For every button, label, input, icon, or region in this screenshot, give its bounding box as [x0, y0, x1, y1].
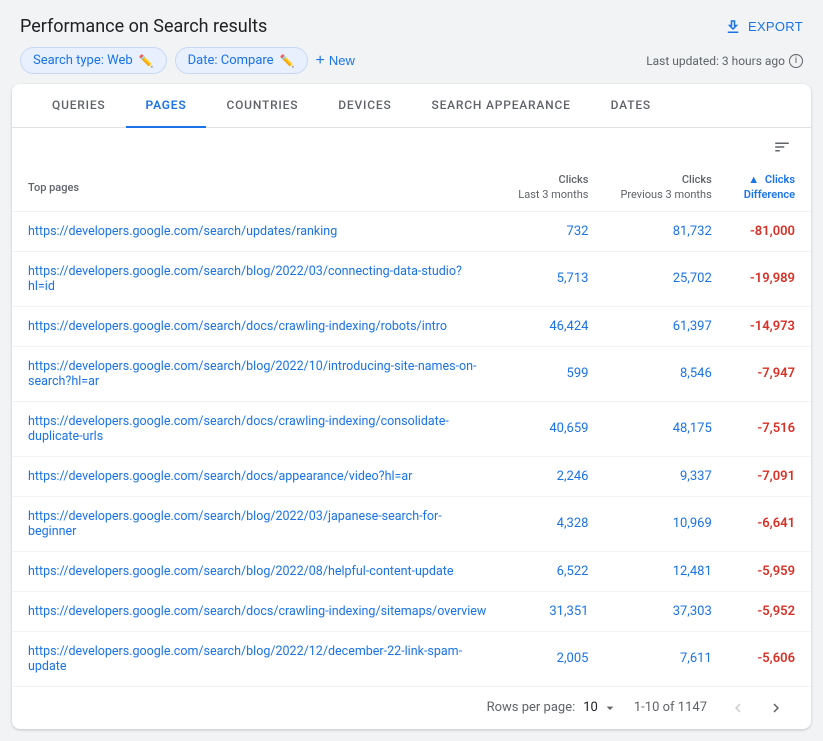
tab-search-appearance[interactable]: SEARCH APPEARANCE [412, 84, 591, 128]
cell-clicks-current: 31,351 [502, 591, 604, 631]
table-row: https://developers.google.com/search/doc… [12, 306, 811, 346]
cell-url[interactable]: https://developers.google.com/search/doc… [12, 306, 502, 346]
toolbar-filters: Search type: Web ✏️ Date: Compare ✏️ + N… [20, 47, 355, 74]
chevron-right-icon [767, 699, 785, 717]
date-label: Date: Compare [188, 53, 274, 68]
cell-clicks-current: 5,713 [502, 251, 604, 306]
sort-icon: ▲ [748, 172, 759, 187]
tab-devices[interactable]: DEVICES [318, 84, 411, 128]
cell-url[interactable]: https://developers.google.com/search/blo… [12, 551, 502, 591]
header: Performance on Search results EXPORT [0, 0, 823, 47]
cell-url[interactable]: https://developers.google.com/search/doc… [12, 456, 502, 496]
table-row: https://developers.google.com/search/blo… [12, 551, 811, 591]
cell-clicks-current: 6,522 [502, 551, 604, 591]
table-row: https://developers.google.com/search/blo… [12, 346, 811, 401]
cell-clicks-prev: 9,337 [604, 456, 727, 496]
cell-clicks-diff: -7,516 [728, 401, 811, 456]
date-filter[interactable]: Date: Compare ✏️ [175, 47, 308, 74]
cell-clicks-current: 40,659 [502, 401, 604, 456]
table-row: https://developers.google.com/search/blo… [12, 631, 811, 686]
pagination: Rows per page: 10 1-10 of 1147 [12, 686, 811, 729]
page-title: Performance on Search results [20, 16, 267, 37]
prev-page-button[interactable] [723, 697, 753, 719]
table-row: https://developers.google.com/search/upd… [12, 211, 811, 251]
cell-clicks-prev: 7,611 [604, 631, 727, 686]
info-icon[interactable]: i [789, 54, 803, 68]
main-card: QUERIES PAGES COUNTRIES DEVICES SEARCH A… [12, 84, 811, 729]
new-label: New [329, 53, 355, 68]
rows-per-page-select[interactable]: 10 [583, 700, 618, 716]
export-label: EXPORT [748, 19, 803, 34]
chevron-down-icon [602, 700, 618, 716]
last-updated: Last updated: 3 hours ago i [646, 54, 803, 68]
cell-url[interactable]: https://developers.google.com/search/blo… [12, 251, 502, 306]
cell-clicks-prev: 48,175 [604, 401, 727, 456]
export-button[interactable]: EXPORT [724, 18, 803, 36]
cell-clicks-diff: -19,989 [728, 251, 811, 306]
cell-clicks-diff: -5,952 [728, 591, 811, 631]
next-page-button[interactable] [761, 697, 791, 719]
cell-clicks-prev: 12,481 [604, 551, 727, 591]
search-type-edit-icon: ✏️ [139, 54, 154, 68]
chevron-left-icon [729, 699, 747, 717]
col-header-clicks-prev: Clicks Previous 3 months [604, 164, 727, 211]
cell-clicks-diff: -7,091 [728, 456, 811, 496]
table-row: https://developers.google.com/search/blo… [12, 496, 811, 551]
cell-clicks-current: 4,328 [502, 496, 604, 551]
table-row: https://developers.google.com/search/doc… [12, 456, 811, 496]
data-table: Top pages Clicks Last 3 months Clicks Pr… [12, 164, 811, 686]
page-info: 1-10 of 1147 [634, 700, 707, 715]
cell-clicks-prev: 81,732 [604, 211, 727, 251]
rows-per-page-label: Rows per page: [487, 700, 576, 715]
cell-url[interactable]: https://developers.google.com/search/blo… [12, 496, 502, 551]
cell-clicks-prev: 25,702 [604, 251, 727, 306]
search-type-label: Search type: Web [33, 53, 133, 68]
table-row: https://developers.google.com/search/doc… [12, 591, 811, 631]
toolbar: Search type: Web ✏️ Date: Compare ✏️ + N… [0, 47, 823, 84]
table-row: https://developers.google.com/search/blo… [12, 251, 811, 306]
tab-pages[interactable]: PAGES [126, 84, 207, 128]
cell-clicks-current: 2,246 [502, 456, 604, 496]
cell-clicks-diff: -7,947 [728, 346, 811, 401]
cell-clicks-prev: 8,546 [604, 346, 727, 401]
cell-clicks-current: 599 [502, 346, 604, 401]
last-updated-text: Last updated: 3 hours ago [646, 54, 785, 68]
page-navigation [723, 697, 791, 719]
col-header-clicks-current: Clicks Last 3 months [502, 164, 604, 211]
cell-url[interactable]: https://developers.google.com/search/upd… [12, 211, 502, 251]
cell-clicks-diff: -81,000 [728, 211, 811, 251]
search-type-filter[interactable]: Search type: Web ✏️ [20, 47, 167, 74]
cell-clicks-current: 2,005 [502, 631, 604, 686]
col-header-clicks-diff: ▲ Clicks Difference [728, 164, 811, 211]
plus-icon: + [316, 52, 325, 70]
cell-clicks-prev: 61,397 [604, 306, 727, 346]
download-icon [724, 18, 742, 36]
cell-clicks-prev: 10,969 [604, 496, 727, 551]
cell-clicks-diff: -6,641 [728, 496, 811, 551]
cell-clicks-current: 732 [502, 211, 604, 251]
table-toolbar [12, 128, 811, 164]
tabs: QUERIES PAGES COUNTRIES DEVICES SEARCH A… [12, 84, 811, 128]
cell-url[interactable]: https://developers.google.com/search/doc… [12, 591, 502, 631]
cell-url[interactable]: https://developers.google.com/search/blo… [12, 631, 502, 686]
cell-clicks-diff: -14,973 [728, 306, 811, 346]
cell-clicks-current: 46,424 [502, 306, 604, 346]
rows-per-page-value: 10 [583, 700, 598, 715]
tab-countries[interactable]: COUNTRIES [206, 84, 318, 128]
cell-clicks-prev: 37,303 [604, 591, 727, 631]
column-filter-icon[interactable] [773, 138, 791, 160]
cell-url[interactable]: https://developers.google.com/search/blo… [12, 346, 502, 401]
rows-per-page: Rows per page: 10 [487, 700, 618, 716]
cell-clicks-diff: -5,606 [728, 631, 811, 686]
cell-clicks-diff: -5,959 [728, 551, 811, 591]
tab-queries[interactable]: QUERIES [32, 84, 126, 128]
new-filter-button[interactable]: + New [316, 52, 355, 70]
date-edit-icon: ✏️ [280, 54, 295, 68]
table-row: https://developers.google.com/search/doc… [12, 401, 811, 456]
col-header-pages: Top pages [12, 164, 502, 211]
tab-dates[interactable]: DATES [591, 84, 671, 128]
cell-url[interactable]: https://developers.google.com/search/doc… [12, 401, 502, 456]
